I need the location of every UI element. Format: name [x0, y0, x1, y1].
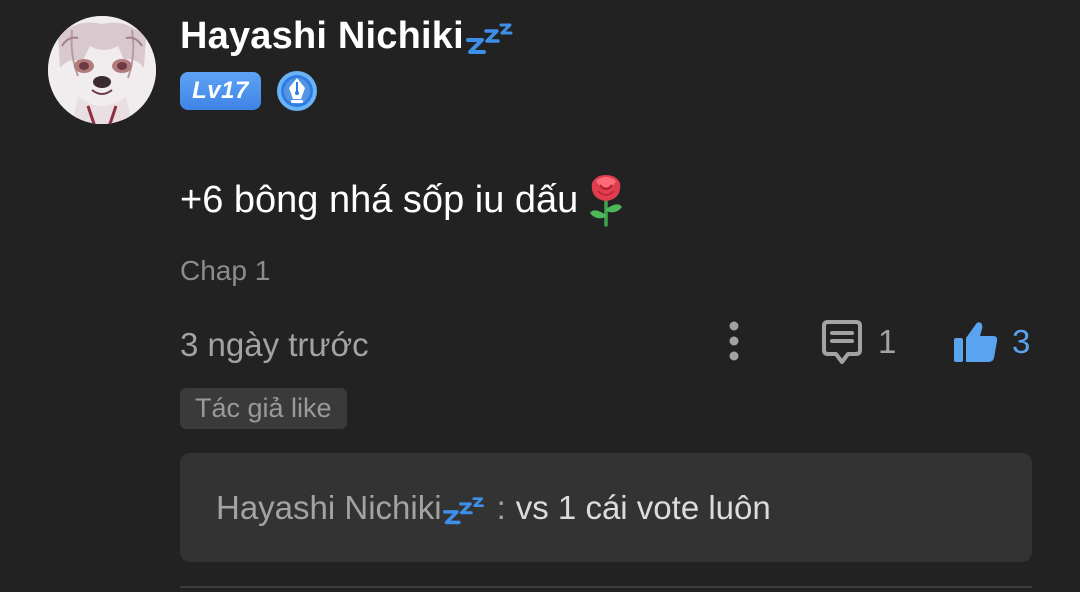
username-row: Hayashi Nichiki: [180, 10, 516, 62]
author-like-badge: Tác giả like: [180, 388, 347, 429]
chapter-label[interactable]: Chap 1: [180, 255, 270, 287]
reply-button[interactable]: 1: [818, 318, 896, 366]
reply-username[interactable]: Hayashi Nichiki: [216, 489, 442, 527]
author-like-label: Tác giả like: [195, 393, 332, 423]
comment-actions: 3 ngày trước 1 3: [180, 318, 1032, 372]
thumbs-up-icon: [954, 322, 998, 362]
reply-separator: :: [496, 489, 506, 526]
level-label: Lv17: [192, 77, 249, 104]
reply-message: vs 1 cái vote luôn: [515, 489, 771, 526]
avatar-icon: [48, 16, 156, 124]
reply-preview[interactable]: Hayashi Nichiki : vs 1 cái vote luôn: [180, 453, 1032, 562]
like-count: 3: [1012, 323, 1031, 360]
zzz-sleep-icon: [442, 497, 484, 525]
user-avatar[interactable]: [48, 16, 156, 124]
comment-body: +6 bông nhá sốp iu dấu: [180, 178, 579, 221]
timestamp: 3 ngày trước: [180, 326, 369, 363]
rose-emoji-icon: [590, 175, 623, 227]
more-vertical-icon: [729, 321, 739, 361]
zzz-sleep-icon: [465, 23, 513, 54]
username[interactable]: Hayashi Nichiki: [180, 15, 464, 58]
divider: [180, 586, 1032, 588]
like-button[interactable]: 3: [952, 318, 1030, 366]
comment-text: +6 bông nhá sốp iu dấu: [180, 170, 626, 230]
reply-preview-line: Hayashi Nichiki : vs 1 cái vote luôn: [216, 485, 771, 531]
more-button[interactable]: [716, 318, 752, 364]
user-badges: Lv17: [180, 71, 318, 111]
level-badge: Lv17: [180, 72, 261, 110]
comment-bubble-icon: [822, 320, 862, 364]
pen-badge-icon: [277, 71, 317, 111]
reply-count: 1: [878, 323, 897, 360]
